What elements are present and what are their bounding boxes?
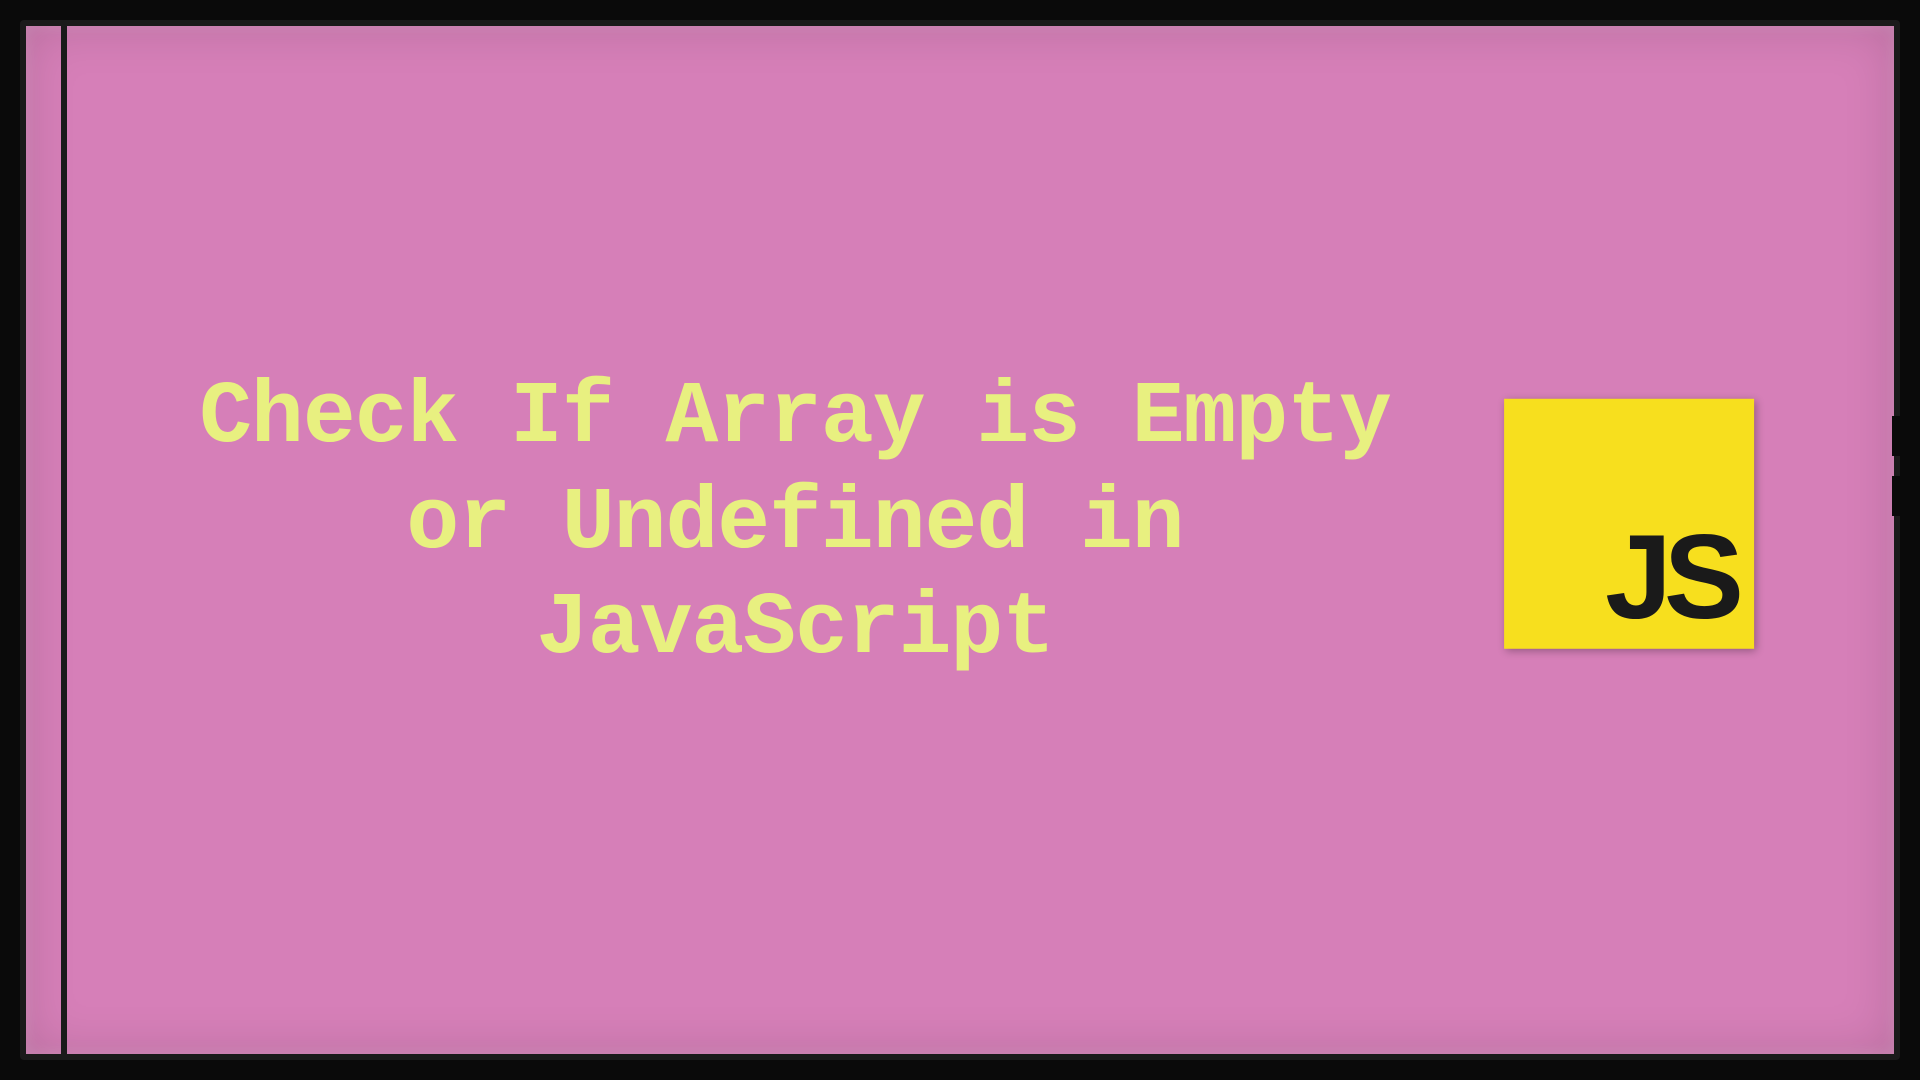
frame-edge-mark	[1892, 476, 1900, 516]
thumbnail-frame: Check If Array is Empty or Undefined in …	[20, 20, 1900, 1060]
frame-edge-mark	[1892, 416, 1900, 456]
main-title: Check If Array is Empty or Undefined in …	[166, 366, 1424, 683]
content-container: Check If Array is Empty or Undefined in …	[166, 366, 1754, 683]
javascript-logo-text: JS	[1605, 517, 1736, 637]
javascript-logo-icon: JS	[1504, 399, 1754, 649]
